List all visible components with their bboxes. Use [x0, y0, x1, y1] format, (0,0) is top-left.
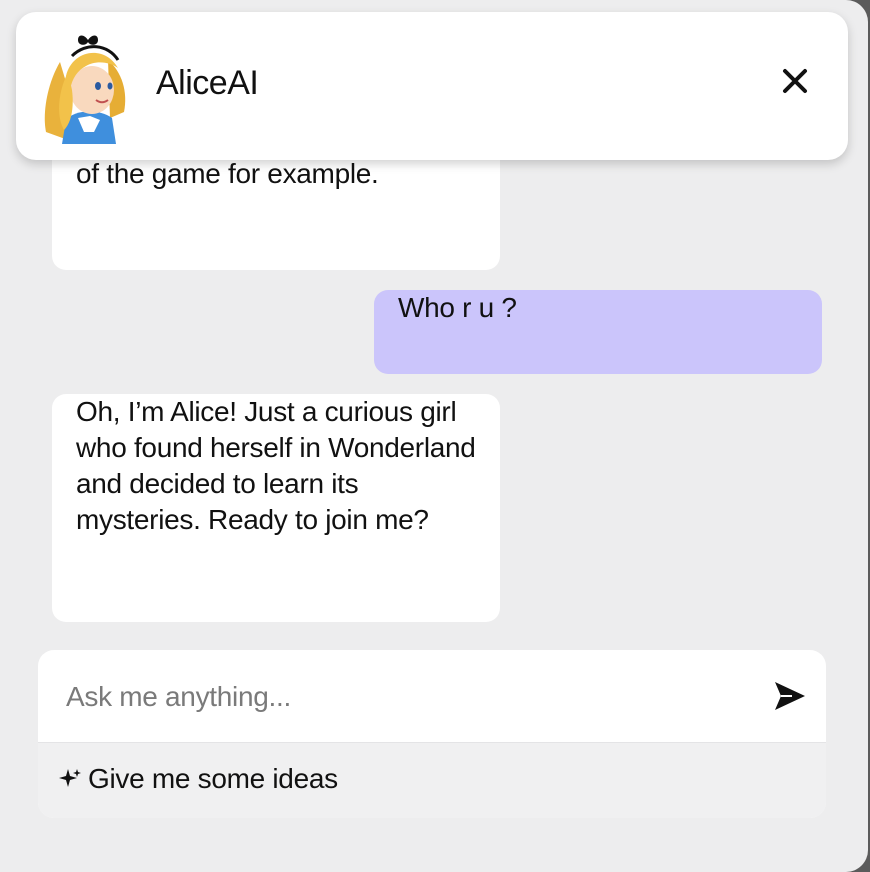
close-icon — [783, 69, 807, 93]
message-text: Who r u ? — [398, 292, 517, 323]
sparkle-icon — [59, 769, 81, 787]
send-icon — [775, 682, 805, 710]
alice-avatar — [38, 32, 138, 144]
send-button[interactable] — [772, 678, 808, 714]
give-ideas-button[interactable]: Give me some ideas — [38, 742, 826, 818]
close-button[interactable] — [780, 66, 810, 96]
assistant-message: Oh, I’m Alice! Just a curious girl who f… — [52, 394, 500, 622]
chat-title: AliceAI — [156, 64, 259, 102]
message-text: Oh, I’m Alice! Just a curious girl who f… — [76, 396, 476, 535]
chat-panel: You can ask me about the rules of the ga… — [0, 0, 868, 872]
user-message: Who r u ? — [374, 290, 822, 374]
chat-header: AliceAI — [16, 12, 848, 160]
give-ideas-label: Give me some ideas — [88, 763, 338, 794]
message-composer: Give me some ideas — [38, 650, 826, 818]
message-input[interactable] — [64, 674, 748, 720]
